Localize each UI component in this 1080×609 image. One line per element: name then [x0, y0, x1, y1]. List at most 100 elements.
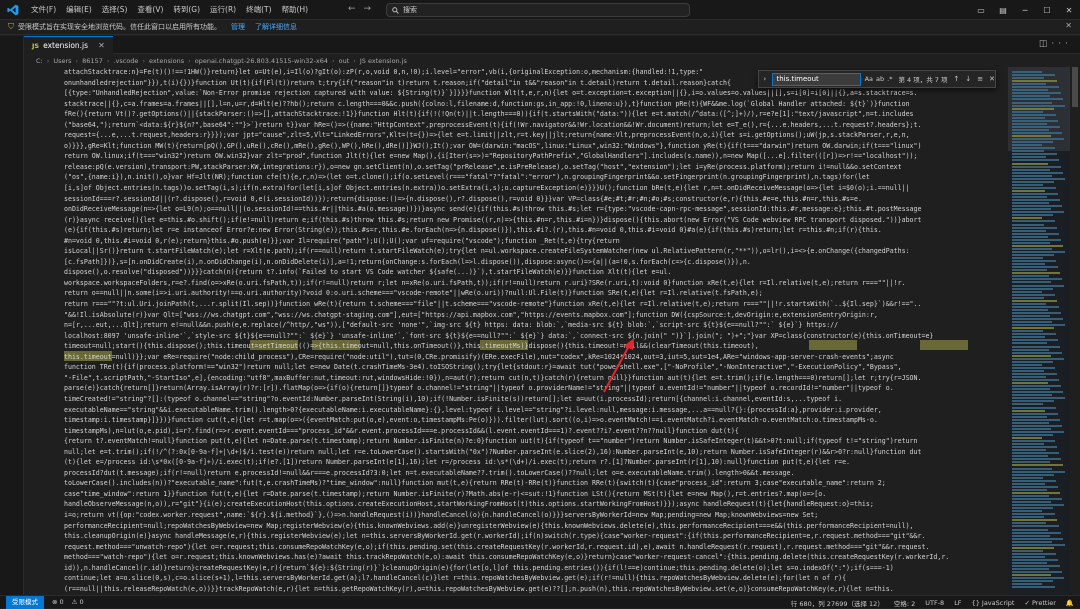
cursor-position[interactable]: 行 680，列 27699（选择 12） — [791, 598, 884, 608]
code-line[interactable]: toLowerCase().includes(n))?"executable_n… — [64, 478, 1004, 489]
match-case-icon[interactable]: Aa — [865, 75, 873, 83]
breadcrumb-item[interactable]: JS extension.js — [360, 57, 407, 65]
code-line[interactable]: request.method==="unwatch-repo"){let o=r… — [64, 542, 1004, 553]
breadcrumb-item[interactable]: .vscode — [113, 57, 138, 65]
code-line[interactable]: ("os",{name:i}),n.init(),o}var Hf=Jlt(NR… — [64, 172, 1004, 183]
code-line[interactable]: function TRe(t){if(process.platform!=="w… — [64, 362, 1004, 373]
menu-item[interactable]: 查看(V) — [132, 0, 168, 20]
minimize-icon[interactable]: ─ — [1014, 6, 1036, 15]
tab-close-icon[interactable]: ✕ — [98, 41, 105, 50]
code-line[interactable]: dispose(),o.resolve("disposed"))}}}catch… — [64, 267, 1004, 278]
split-editor-icon[interactable]: ◫ — [1039, 39, 1052, 49]
code-line[interactable]: [{type:"UnhandledRejection",value:`Non-E… — [64, 88, 1004, 99]
menu-item[interactable]: 文件(F) — [26, 0, 61, 20]
code-line[interactable]: (e){if(this.#s)return;let r=e instanceof… — [64, 225, 1004, 236]
code-editor[interactable]: attachStacktrace:n}=Fe(t)()!==!1HW()}ret… — [24, 67, 1008, 595]
learn-more-link[interactable]: 了解详细信息 — [255, 22, 297, 32]
toggle-replace-chevron-icon[interactable]: › — [759, 75, 770, 83]
code-line[interactable]: null;let e=t.trim();if(!/^(?:0x[0-9a-f]+… — [64, 447, 1004, 458]
code-line[interactable]: ("base64,");return`<data:${r}${n?",base6… — [64, 120, 1004, 131]
command-center-search[interactable]: 搜索 — [386, 3, 690, 17]
code-line[interactable]: stacktrace||{},c=a.frames=a.frames||[],l… — [64, 99, 1004, 110]
code-line[interactable]: n=[r,...eut,...Qlt];return e!=null&&n.pu… — [64, 320, 1004, 331]
code-line[interactable]: return o==null||n.some(i=>i.uri.authorit… — [64, 288, 1004, 299]
forward-arrow-icon[interactable]: → — [364, 4, 372, 14]
menu-item[interactable]: 运行(R) — [205, 0, 241, 20]
code-line[interactable]: this.cleanupOrigin(e)}async handleMessag… — [64, 531, 1004, 542]
code-line[interactable]: isLocal||Sr()}return t.startFileWatch(e)… — [64, 246, 1004, 257]
close-find-icon[interactable]: ✕ — [989, 75, 995, 83]
code-line[interactable]: release:pQ(e.version),transport:PW,stack… — [64, 162, 1004, 173]
end-of-line[interactable]: LF — [954, 599, 961, 607]
code-line[interactable]: request={...e,...t.request,headers:r}}})… — [64, 130, 1004, 141]
banner-close-icon[interactable]: ✕ — [1065, 21, 1072, 30]
code-line[interactable]: workspace.workspaceFolders,r=e?.find(o=>… — [64, 278, 1004, 289]
manage-link[interactable]: 管理 — [231, 22, 245, 32]
code-line[interactable]: return OW.linux;if(t==="win32")return OW… — [64, 151, 1004, 162]
code-line[interactable]: fRe(){return Vt()?.getOptions()||{stackP… — [64, 109, 1004, 120]
menu-item[interactable]: 转到(G) — [168, 0, 205, 20]
code-line[interactable]: method==="watch-repo"){let o=r.request;t… — [64, 552, 1004, 563]
minimap[interactable] — [1008, 67, 1070, 595]
code-line[interactable]: onDidReceiveMessage(n=>{let o=L9(n);o==n… — [64, 204, 1004, 215]
match-whole-word-icon[interactable]: ab — [876, 75, 884, 83]
find-input[interactable]: this.timeout — [772, 72, 861, 86]
indentation[interactable]: 空格: 2 — [894, 598, 915, 608]
code-line[interactable]: performanceRecipient=null;repoWatchesByW… — [64, 521, 1004, 532]
code-line[interactable]: i=o;return vt({op:"codex.worker.request"… — [64, 510, 1004, 521]
menu-item[interactable]: 编辑(E) — [61, 0, 97, 20]
breadcrumb-item[interactable]: out — [339, 57, 350, 65]
code-line[interactable]: timestampMs),n=lut(o,e.pid),i=r?.find(r=… — [64, 426, 1004, 437]
breadcrumb-item[interactable]: C: — [36, 57, 43, 65]
menu-item[interactable]: 终端(T) — [241, 0, 276, 20]
back-arrow-icon[interactable]: ← — [348, 4, 356, 14]
language-mode[interactable]: {} JavaScript — [972, 599, 1015, 607]
code-line[interactable]: case"time_window":return 1}}function fut… — [64, 489, 1004, 500]
code-line[interactable]: [i,s]of Object.entries(n.tags))o.setTag(… — [64, 183, 1004, 194]
regex-icon[interactable]: .* — [887, 75, 892, 83]
code-line[interactable]: (r==null||this.releaseRepoWatch(e,o))}}t… — [64, 584, 1004, 595]
code-line[interactable]: timeout=null;start(){this.dispose();this… — [64, 341, 1004, 352]
code-line[interactable]: localhost:8097 'unsafe-inline'`,`style-s… — [64, 331, 1004, 342]
code-line[interactable]: timeCreated!="string"?[]:(typeof o.chann… — [64, 394, 1004, 405]
close-icon[interactable]: ✕ — [1058, 6, 1080, 15]
next-match-icon[interactable]: ↓ — [965, 75, 971, 83]
code-line[interactable]: [c.fsPath]})},s=[n.onDidCreate(i),n.onDi… — [64, 257, 1004, 268]
code-line[interactable]: "-File",t.scriptPath,"-StartIso",e],{enc… — [64, 373, 1004, 384]
breadcrumb-item[interactable]: extensions — [149, 57, 184, 65]
code-line[interactable]: processId?dut(t.message);if(r!=null)retu… — [64, 468, 1004, 479]
code-line[interactable]: {return t?.eventMatch!=null}function put… — [64, 436, 1004, 447]
code-line[interactable]: parse(e)}catch{return[]}return(Array.isA… — [64, 383, 1004, 394]
scrollbar-thumb[interactable] — [1072, 67, 1078, 107]
code-line[interactable]: #n=void 0,this.#i=void 0,r(e);return}thi… — [64, 236, 1004, 247]
code-line[interactable]: this.timeout=null)}};var eRe=require("no… — [64, 352, 1004, 363]
errors-count[interactable]: ⊗ 0 — [52, 598, 64, 606]
breadcrumb-item[interactable]: 86157 — [82, 57, 103, 65]
breadcrumb-item[interactable]: openai.chatgpt-26.803.41515-win32-x64 — [195, 57, 328, 65]
vertical-scrollbar[interactable] — [1070, 67, 1080, 595]
code-line[interactable]: "&&!Il.isAbsolute(r)}var Qlt=["wss://ws.… — [64, 310, 1004, 321]
formatter[interactable]: ✓ Prettier — [1024, 599, 1055, 607]
find-in-selection-icon[interactable]: ≡ — [977, 75, 983, 83]
code-line[interactable]: sessionId===r?.sessionId||(r?.dispose(),… — [64, 194, 1004, 205]
code-line[interactable]: handleObserveMessage(n,o)),r="git"}{i(e)… — [64, 499, 1004, 510]
maximize-icon[interactable]: ☐ — [1036, 6, 1058, 15]
code-line[interactable]: id)),n.handleCancel(r.id)}return}createR… — [64, 563, 1004, 574]
code-line[interactable]: return r===""?t:ul.Uri.joinPath(t,...r.s… — [64, 299, 1004, 310]
menu-item[interactable]: 帮助(H) — [277, 0, 314, 20]
encoding[interactable]: UTF-8 — [925, 599, 944, 607]
notifications-bell-icon[interactable]: 🔔 — [1066, 599, 1074, 607]
code-line[interactable]: (r)}async receive(){let e=this.#o.shift(… — [64, 215, 1004, 226]
code-line[interactable]: continue;let a=o.slice(0,s),c=o.slice(s+… — [64, 573, 1004, 584]
code-line[interactable]: executableName=="string"&&i.executableNa… — [64, 405, 1004, 416]
breadcrumb-item[interactable]: Users — [53, 57, 71, 65]
code-content[interactable]: attachStacktrace:n}=Fe(t)()!==!1HW()}ret… — [64, 67, 1004, 595]
code-line[interactable]: o)}}},gRe=Klt;function MW(t){return[pQ()… — [64, 141, 1004, 152]
layout-icon[interactable]: ▭ — [970, 6, 992, 15]
menu-item[interactable]: 选择(S) — [97, 0, 133, 20]
code-line[interactable]: (t){let e=/process id:\s*0x([0-9a-f]+)/i… — [64, 457, 1004, 468]
code-line[interactable]: timestamp:i.timestamp}]}})}function cut(… — [64, 415, 1004, 426]
more-actions-icon[interactable]: ··· — [1051, 39, 1072, 49]
restricted-mode-status[interactable]: 受限模式 — [6, 595, 44, 609]
panel-icon[interactable]: ▤ — [992, 6, 1014, 15]
